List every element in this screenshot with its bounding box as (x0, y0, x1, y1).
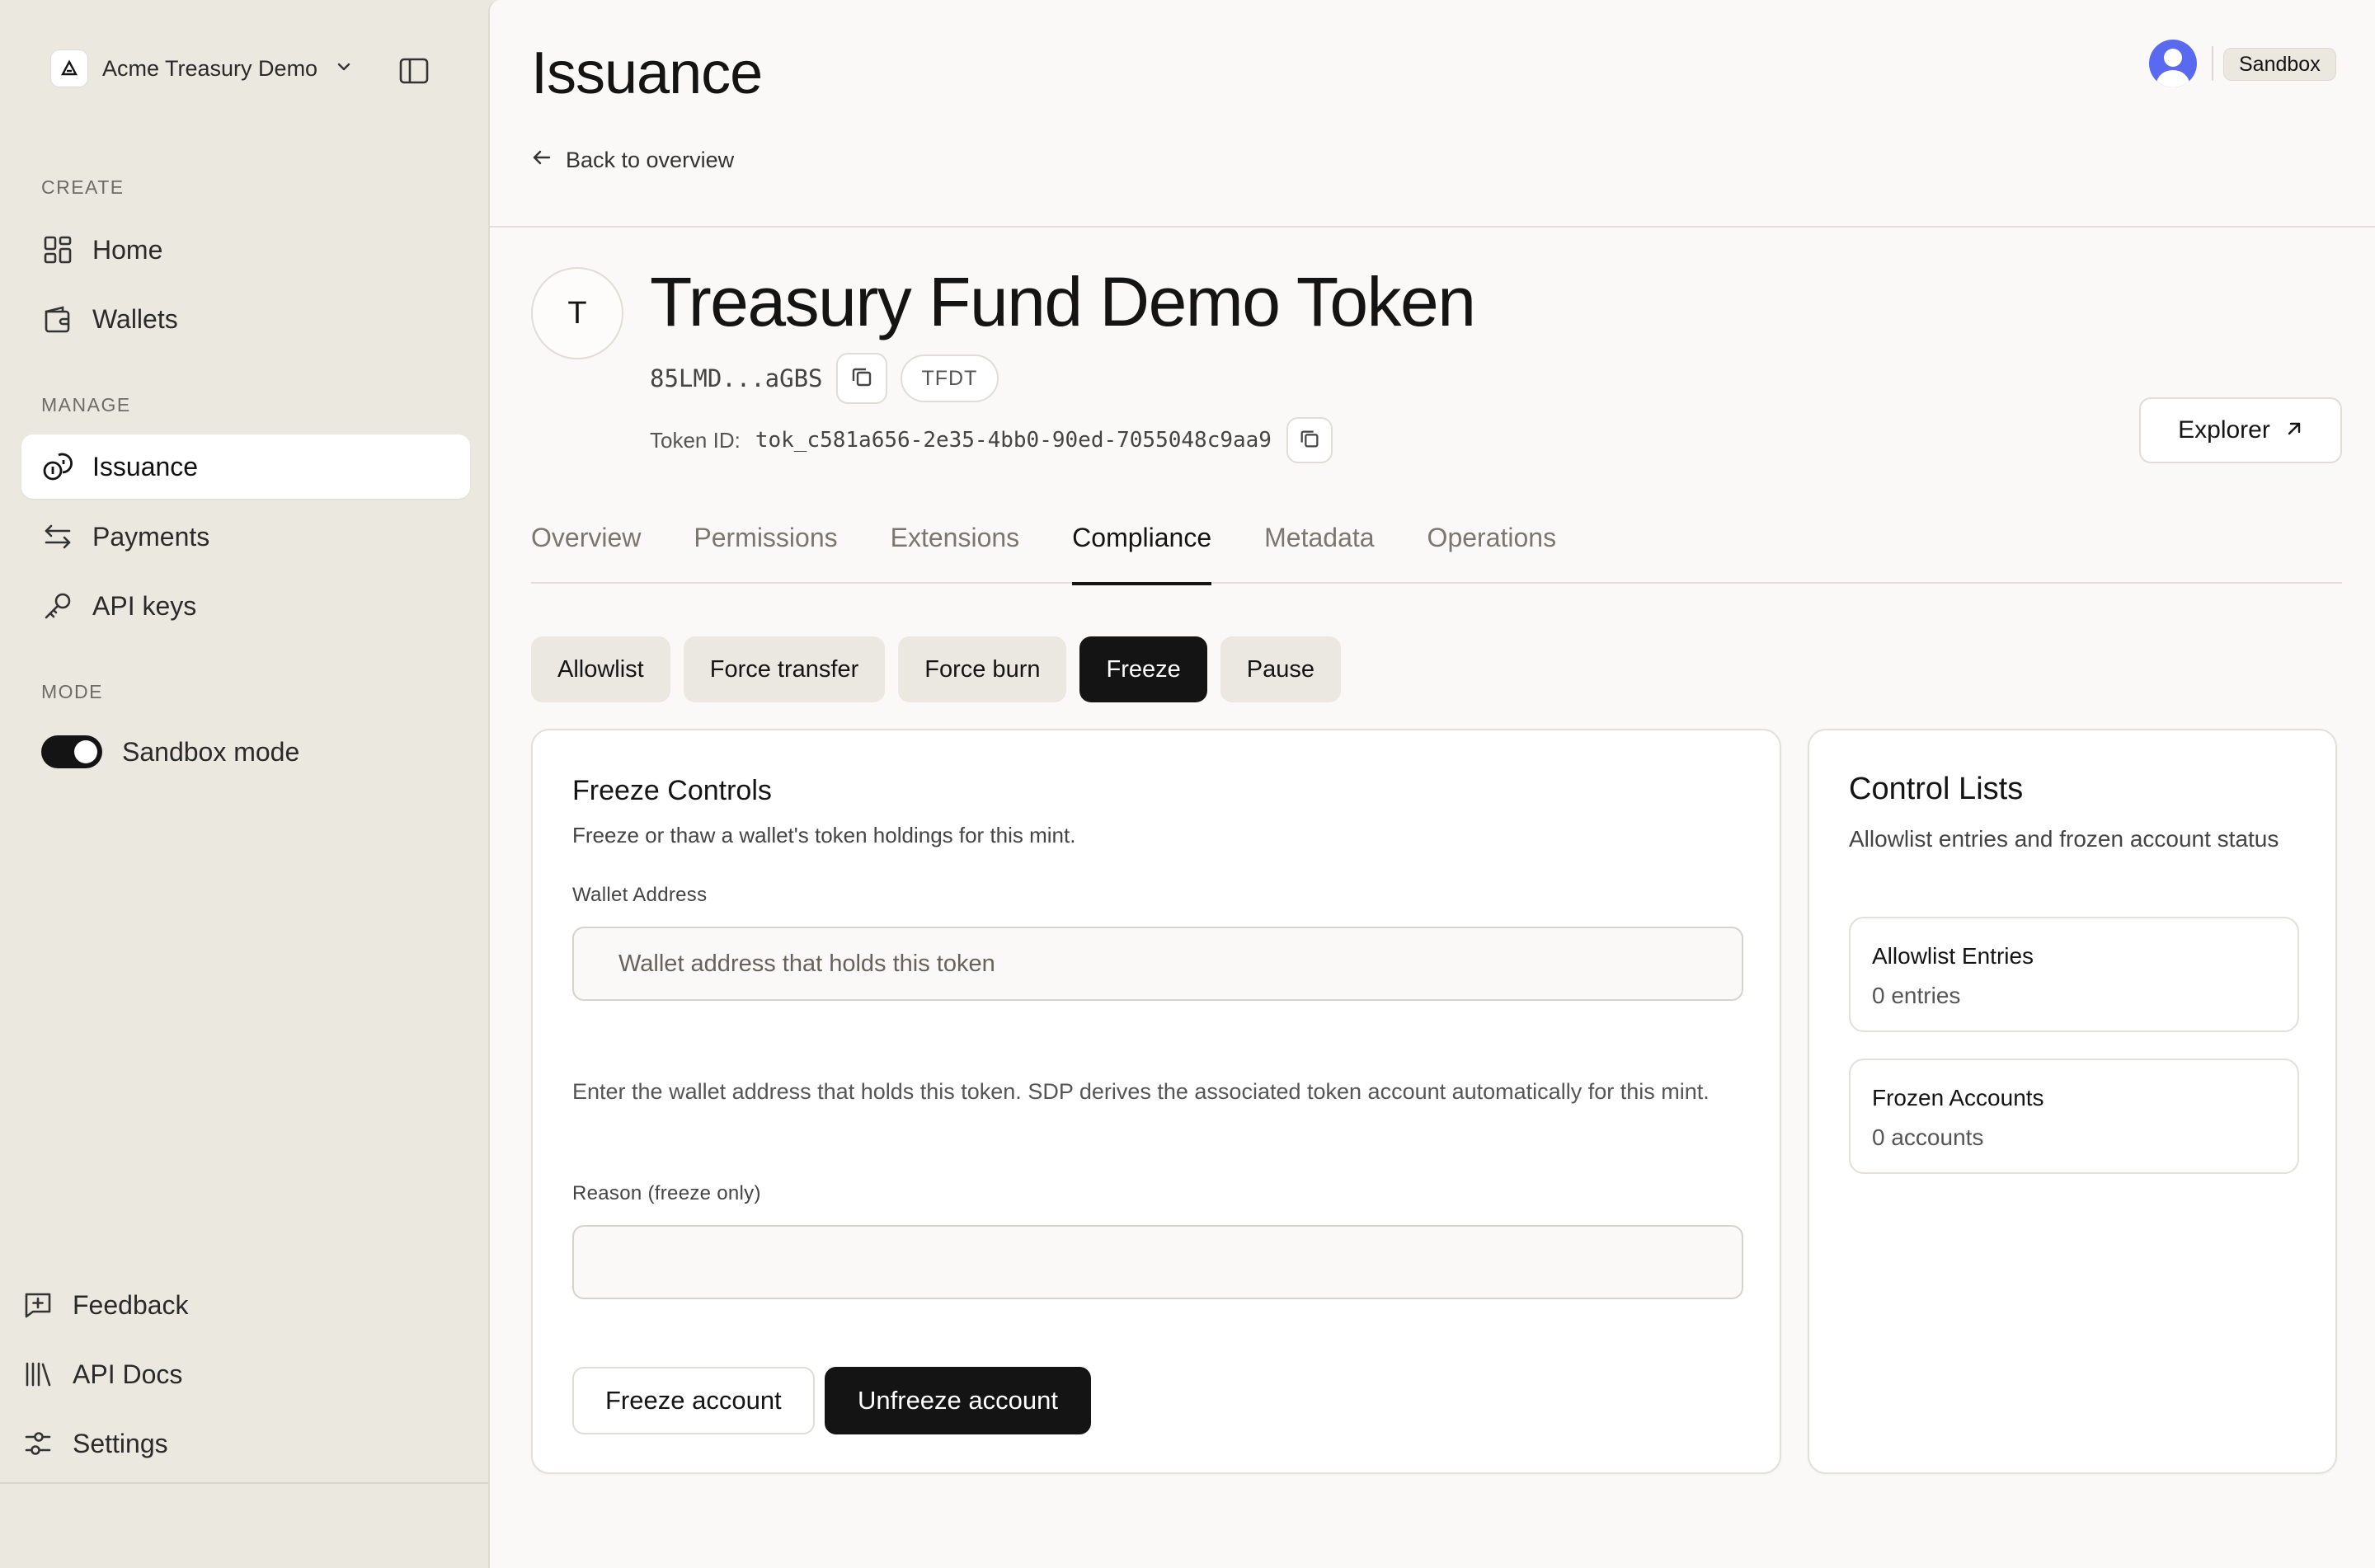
sidebar-item-settings[interactable]: Settings (21, 1416, 168, 1471)
sidebar-item-api-docs[interactable]: API Docs (21, 1347, 182, 1401)
arrows-icon (41, 520, 74, 553)
chip-allowlist[interactable]: Allowlist (531, 636, 670, 702)
sandbox-mode-toggle[interactable]: Sandbox mode (41, 735, 299, 768)
sliders-icon (21, 1427, 54, 1460)
header-divider (2212, 46, 2213, 81)
allowlist-entries-value: 0 entries (1872, 983, 1961, 1008)
chip-force-transfer[interactable]: Force transfer (683, 636, 886, 702)
token-id-label: Token ID: (650, 427, 741, 453)
allowlist-entries-title: Allowlist Entries (1872, 943, 2034, 969)
chip-pause[interactable]: Pause (1220, 636, 1341, 702)
feedback-icon (21, 1289, 54, 1322)
sidebar-item-label: Settings (73, 1428, 168, 1458)
reason-input[interactable] (572, 1225, 1743, 1299)
sidebar-item-label: API Docs (73, 1359, 183, 1389)
token-tabs: Overview Permissions Extensions Complian… (531, 506, 2342, 585)
token-address: 85LMD...aGBS (650, 364, 823, 392)
reason-label: Reason (freeze only) (572, 1182, 761, 1204)
wallet-address-input[interactable] (572, 927, 1743, 1001)
page-title: Issuance (531, 40, 763, 106)
frozen-accounts-card: Frozen Accounts 0 accounts (1849, 1059, 2299, 1174)
workspace-name: Acme Treasury Demo (102, 55, 318, 81)
frozen-accounts-title: Frozen Accounts (1872, 1085, 2044, 1110)
sandbox-mode-label: Sandbox mode (122, 736, 300, 767)
control-lists-title: Control Lists (1849, 772, 2024, 806)
page-header: Issuance Back to overview Sandbox (490, 0, 2375, 228)
freeze-account-button[interactable]: Freeze account (572, 1367, 815, 1434)
token-id-value: tok_c581a656-2e35-4bb0-90ed-7055048c9aa9 (755, 428, 1272, 453)
copy-address-button[interactable] (835, 353, 887, 404)
wallet-address-help: Enter the wallet address that holds this… (572, 1079, 1710, 1104)
token-avatar: T (531, 267, 623, 359)
freeze-card-subtitle: Freeze or thaw a wallet's token holdings… (572, 823, 1076, 847)
wallet-icon (41, 303, 74, 336)
tab-metadata[interactable]: Metadata (1264, 506, 1374, 584)
grid-icon (41, 233, 74, 266)
coins-icon (41, 450, 74, 483)
section-label-mode: MODE (41, 681, 103, 702)
sidebar-item-label: Payments (92, 521, 210, 552)
chip-force-burn[interactable]: Force burn (898, 636, 1067, 702)
tab-extensions[interactable]: Extensions (891, 506, 1020, 584)
token-name: Treasury Fund Demo Token (650, 263, 1476, 340)
control-lists-card: Control Lists Allowlist entries and froz… (1808, 729, 2337, 1474)
sidebar-item-home[interactable]: Home (21, 218, 470, 282)
toggle-switch[interactable] (41, 735, 102, 768)
copy-token-id-button[interactable] (1286, 417, 1333, 463)
workspace-logo-icon (51, 50, 87, 87)
sidebar-item-label: Issuance (92, 451, 199, 481)
workspace-switcher[interactable]: Acme Treasury Demo (51, 49, 352, 87)
chevron-down-icon (336, 59, 352, 79)
freeze-controls-card: Freeze Controls Freeze or thaw a wallet'… (531, 729, 1781, 1474)
token-symbol-badge: TFDT (900, 354, 999, 402)
main-content: Issuance Back to overview Sandbox T Trea… (488, 0, 2375, 1568)
section-label-create: CREATE (41, 176, 125, 198)
copy-icon (1298, 427, 1321, 454)
control-lists-subtitle: Allowlist entries and frozen account sta… (1849, 826, 2279, 852)
tab-permissions[interactable]: Permissions (694, 506, 837, 584)
token-address-row: 85LMD...aGBS TFDT (650, 353, 999, 404)
sidebar-item-payments[interactable]: Payments (21, 505, 470, 569)
arrow-left-icon (531, 147, 553, 174)
compliance-action-chips: Allowlist Force transfer Force burn Free… (531, 636, 1341, 702)
sidebar-item-feedback[interactable]: Feedback (21, 1278, 189, 1332)
back-to-overview-link[interactable]: Back to overview (531, 147, 734, 174)
chip-freeze[interactable]: Freeze (1079, 636, 1207, 702)
token-id-row: Token ID: tok_c581a656-2e35-4bb0-90ed-70… (650, 417, 1333, 463)
avatar[interactable] (2149, 40, 2197, 87)
wallet-address-label: Wallet Address (572, 884, 708, 906)
sidebar-item-issuance[interactable]: Issuance (21, 434, 470, 499)
copy-icon (849, 364, 874, 393)
sidebar: Acme Treasury Demo CREATE Home Wallets M… (0, 0, 488, 1484)
explorer-button[interactable]: Explorer (2139, 397, 2342, 463)
unfreeze-account-button[interactable]: Unfreeze account (825, 1367, 1091, 1434)
sidebar-item-label: API keys (92, 590, 197, 621)
sidebar-item-label: Wallets (92, 303, 178, 334)
environment-badge: Sandbox (2223, 48, 2336, 81)
frozen-accounts-value: 0 accounts (1872, 1124, 1984, 1150)
sidebar-item-api-keys[interactable]: API keys (21, 574, 470, 638)
library-icon (21, 1358, 54, 1391)
sidebar-item-label: Home (92, 234, 163, 265)
section-label-manage: MANAGE (41, 394, 131, 415)
tab-operations[interactable]: Operations (1427, 506, 1557, 584)
back-link-label: Back to overview (566, 148, 735, 172)
tab-overview[interactable]: Overview (531, 506, 641, 584)
arrow-up-right-icon (2285, 416, 2303, 444)
key-icon (41, 589, 74, 622)
sidebar-item-label: Feedback (73, 1289, 189, 1320)
sidebar-item-wallets[interactable]: Wallets (21, 287, 470, 351)
sidebar-toggle-icon[interactable] (397, 54, 430, 92)
explorer-label: Explorer (2178, 416, 2270, 444)
tab-compliance[interactable]: Compliance (1072, 506, 1211, 585)
allowlist-entries-card: Allowlist Entries 0 entries (1849, 917, 2299, 1032)
freeze-card-title: Freeze Controls (572, 775, 772, 806)
